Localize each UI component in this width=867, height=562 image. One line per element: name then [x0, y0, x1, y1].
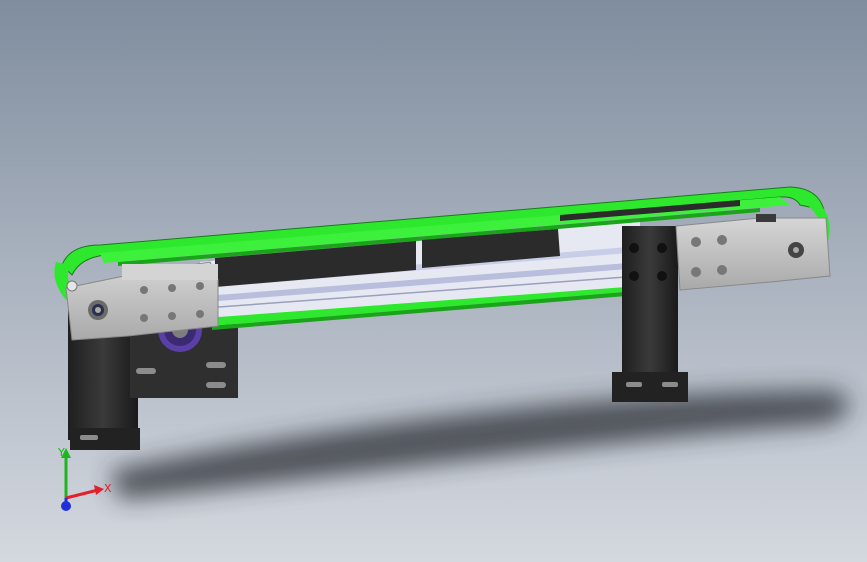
graphics-viewport[interactable]: Y X: [0, 0, 867, 562]
right-leg-foot: [612, 372, 688, 402]
z-axis-origin: [61, 501, 71, 511]
right-leg[interactable]: [612, 226, 688, 402]
left-leg-bracket-slot-1: [136, 368, 156, 374]
x-axis-label: X: [104, 482, 112, 495]
ground-shadow: [110, 390, 850, 500]
y-axis-label: Y: [58, 446, 65, 459]
left-end-plate[interactable]: [65, 261, 219, 341]
left-leg-bracket-slot-3: [206, 382, 226, 388]
coordinate-triad: [61, 448, 104, 511]
x-axis-line: [65, 488, 99, 500]
left-leg-bracket-slot-2: [206, 362, 226, 368]
right-end-plate[interactable]: [675, 214, 831, 291]
x-axis-arrow: [94, 485, 104, 495]
conveyor-model[interactable]: [0, 0, 867, 562]
